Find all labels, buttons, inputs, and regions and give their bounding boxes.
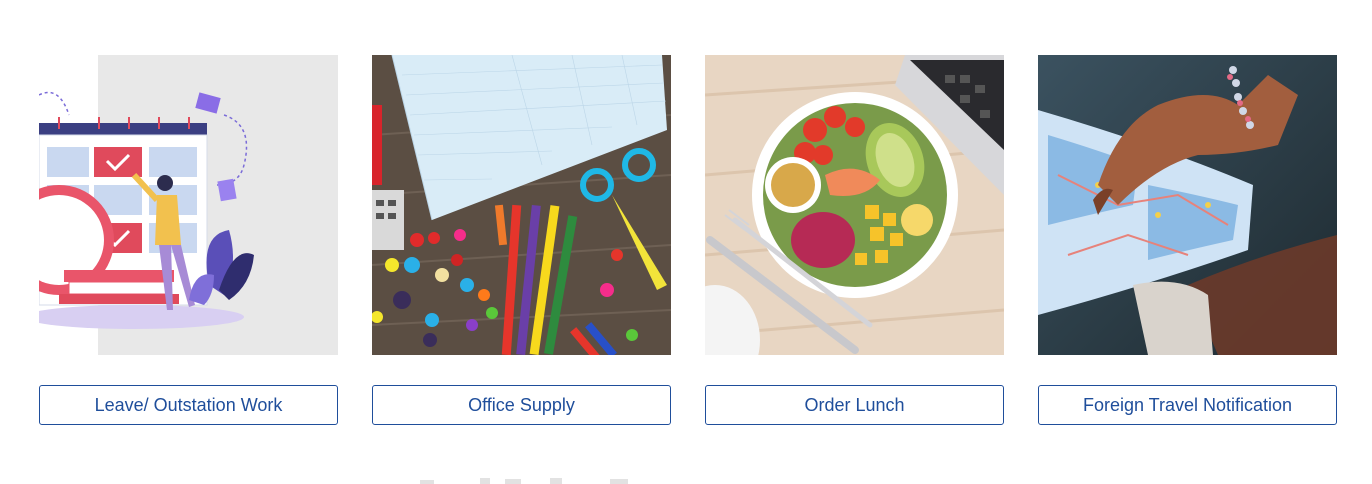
leave-outstation-label: Leave/ Outstation Work — [94, 394, 283, 415]
calendar-illustration-image[interactable] — [39, 55, 338, 355]
foreign-travel-label: Foreign Travel Notification — [1082, 394, 1293, 415]
leave-outstation-button[interactable]: Leave/ Outstation Work — [39, 385, 338, 425]
office-supply-button[interactable]: Office Supply — [372, 385, 671, 425]
service-cards-grid: Leave/ Outstation Work Office Supply Ord… — [0, 0, 1372, 482]
card-leave-outstation: Leave/ Outstation Work — [39, 55, 338, 425]
office-supply-label: Office Supply — [468, 394, 575, 415]
lunch-bowl-photo-image[interactable] — [705, 55, 1004, 355]
order-lunch-label: Order Lunch — [804, 394, 905, 415]
card-office-supply: Office Supply — [372, 55, 671, 425]
card-foreign-travel: Foreign Travel Notification — [1038, 55, 1337, 425]
card-order-lunch: Order Lunch — [705, 55, 1004, 425]
stationery-photo-image[interactable] — [372, 55, 671, 355]
travel-map-photo-image[interactable] — [1038, 55, 1337, 355]
foreign-travel-button[interactable]: Foreign Travel Notification — [1038, 385, 1337, 425]
order-lunch-button[interactable]: Order Lunch — [705, 385, 1004, 425]
